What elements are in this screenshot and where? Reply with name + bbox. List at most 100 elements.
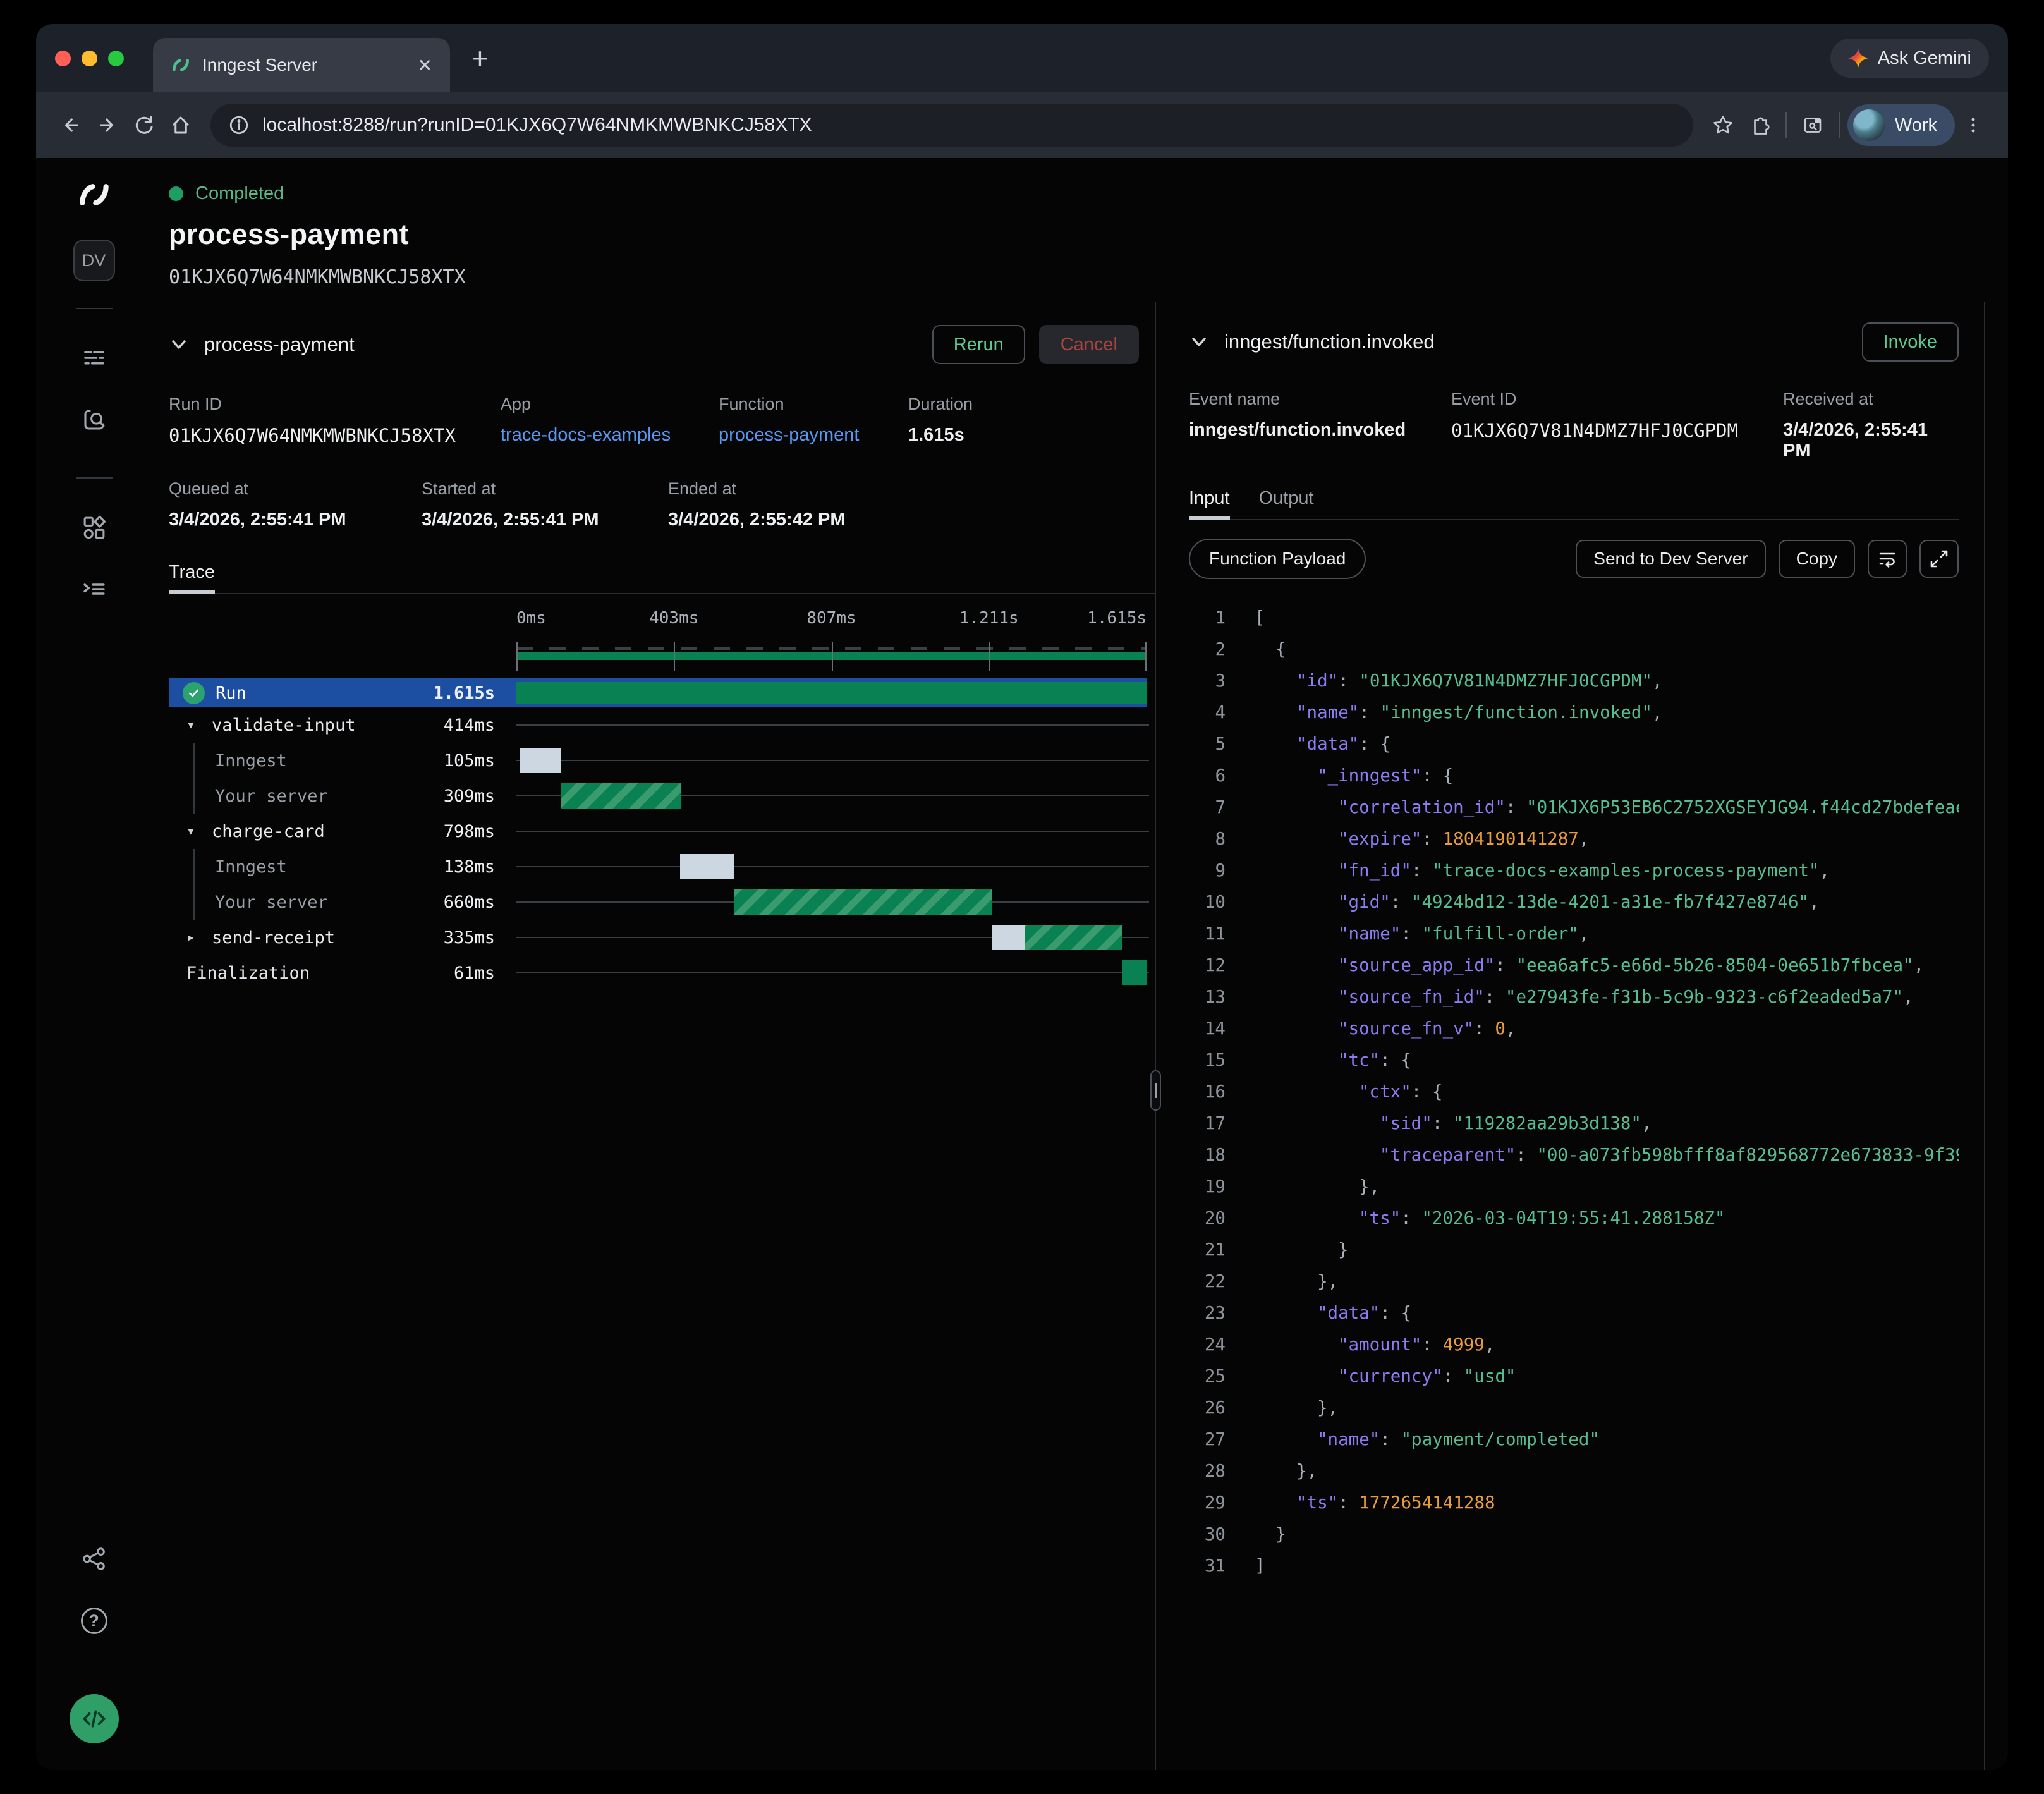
code-content: "ts": 1772654141288 xyxy=(1226,1487,1495,1518)
sidebar-item-events[interactable] xyxy=(73,399,115,441)
code-content: "name": "fulfill-order", xyxy=(1226,918,1589,949)
expand-icon[interactable]: ▸ xyxy=(186,929,212,946)
meta-value: 3/4/2026, 2:55:41 PM xyxy=(1783,420,1942,461)
meta-value[interactable]: process-payment xyxy=(719,425,908,446)
collapse-icon[interactable]: ▾ xyxy=(186,823,212,839)
help-icon[interactable]: ? xyxy=(73,1600,115,1642)
forward-button[interactable] xyxy=(89,107,126,143)
trace-row-your-server[interactable]: Your server 309ms xyxy=(169,778,1147,814)
code-line: 15"tc": { xyxy=(1189,1044,1959,1076)
line-number: 27 xyxy=(1189,1424,1226,1455)
browser-menu-icon[interactable] xyxy=(1955,107,1992,143)
send-to-dev-server-button[interactable]: Send to Dev Server xyxy=(1576,540,1765,578)
zoom-window-button[interactable] xyxy=(108,51,124,66)
axis-tick-label: 403ms xyxy=(649,609,698,628)
new-tab-button[interactable]: + xyxy=(471,41,489,75)
bookmark-star-icon[interactable] xyxy=(1705,107,1741,143)
trace-row-label-area: Your server660ms xyxy=(169,884,516,920)
side-panel-search-icon[interactable] xyxy=(1794,107,1831,143)
minimap-tick xyxy=(989,642,990,671)
extensions-icon[interactable] xyxy=(1741,107,1778,143)
trace-row-send-receipt[interactable]: ▸send-receipt335ms xyxy=(169,920,1147,955)
profile-chip[interactable]: Work xyxy=(1847,104,1955,146)
wrap-text-icon-button[interactable] xyxy=(1868,540,1907,578)
url-bar[interactable]: localhost:8288/run?runID=01KJX6Q7W64NMKM… xyxy=(210,104,1693,147)
trace-row-track xyxy=(516,743,1147,778)
sidebar-item-runs[interactable] xyxy=(73,337,115,379)
code-content: }, xyxy=(1226,1455,1317,1487)
code-content: "name": "inngest/function.invoked", xyxy=(1226,697,1663,728)
trace-row-validate-input[interactable]: ▾validate-input414ms xyxy=(169,707,1147,743)
trace-step-duration: 1.615s xyxy=(433,683,516,703)
sidebar-item-terminal[interactable] xyxy=(73,568,115,610)
minimize-window-button[interactable] xyxy=(82,51,97,66)
trace-step-duration: 309ms xyxy=(444,786,516,806)
collapse-icon[interactable]: ▾ xyxy=(186,717,212,733)
meta-label: Ended at xyxy=(668,479,1139,499)
meta-value[interactable]: trace-docs-examples xyxy=(501,425,719,446)
trace-row-charge-card[interactable]: ▾charge-card798ms xyxy=(169,814,1147,849)
run-times-row: Queued at3/4/2026, 2:55:41 PMStarted at3… xyxy=(169,479,1155,530)
trace-row-run[interactable]: Run1.615s xyxy=(169,678,1147,707)
code-line: 8"expire": 1804190141287, xyxy=(1189,823,1959,855)
reload-button[interactable] xyxy=(126,107,162,143)
meta-value: 3/4/2026, 2:55:41 PM xyxy=(169,510,422,530)
trace-row-inngest[interactable]: Inngest 105ms xyxy=(169,743,1147,778)
trace-row-your-server[interactable]: Your server660ms xyxy=(169,884,1147,920)
inngest-app: DV xyxy=(36,158,2008,1770)
code-line: 22}, xyxy=(1189,1266,1959,1297)
chevron-down-icon[interactable] xyxy=(169,334,189,355)
indent-guide xyxy=(193,743,195,778)
event-panel: inngest/function.invoked Invoke Event na… xyxy=(1156,302,1985,1770)
line-number: 10 xyxy=(1189,886,1226,918)
meta-item: Queued at3/4/2026, 2:55:41 PM xyxy=(169,479,422,530)
trace-row-label-area: Finalization61ms xyxy=(169,955,516,991)
chevron-down-icon[interactable] xyxy=(1189,332,1209,352)
url-text: localhost:8288/run?runID=01KJX6Q7W64NMKM… xyxy=(262,114,812,136)
tab-output[interactable]: Output xyxy=(1259,488,1314,519)
browser-tab[interactable]: Inngest Server ✕ xyxy=(153,38,450,92)
code-line: 2{ xyxy=(1189,633,1959,665)
trace-row-track xyxy=(516,884,1147,920)
trace-row-track xyxy=(516,678,1147,707)
timeline-minimap[interactable] xyxy=(516,638,1147,676)
expand-icon-button[interactable] xyxy=(1919,540,1959,578)
trace-row-inngest[interactable]: Inngest138ms xyxy=(169,849,1147,884)
meta-value: 3/4/2026, 2:55:42 PM xyxy=(668,510,1139,530)
workspace-badge[interactable]: DV xyxy=(73,240,115,281)
close-window-button[interactable] xyxy=(55,51,71,66)
close-tab-icon[interactable]: ✕ xyxy=(418,55,432,76)
rerun-button[interactable]: Rerun xyxy=(932,325,1025,364)
copy-button[interactable]: Copy xyxy=(1779,540,1855,578)
cancel-button[interactable]: Cancel xyxy=(1039,325,1139,364)
trace-row-finalization[interactable]: Finalization61ms xyxy=(169,955,1147,991)
trace-step-duration: 660ms xyxy=(444,893,516,912)
line-number: 3 xyxy=(1189,665,1226,697)
trace-step-name: Your server xyxy=(215,786,328,806)
tab-trace[interactable]: Trace xyxy=(169,562,215,593)
panel-resize-handle[interactable] xyxy=(1150,1070,1161,1111)
meta-item: Event ID01KJX6Q7V81N4DMZ7HFJ0CGPDM xyxy=(1451,389,1783,461)
share-icon[interactable] xyxy=(73,1538,115,1580)
function-payload-pill[interactable]: Function Payload xyxy=(1189,539,1366,579)
trace-step-duration: 105ms xyxy=(444,751,516,771)
ask-gemini-button[interactable]: Ask Gemini xyxy=(1830,39,1989,78)
sidebar-divider xyxy=(76,477,113,479)
code-line: 14"source_fn_v": 0, xyxy=(1189,1013,1959,1044)
dev-tools-fab-button[interactable] xyxy=(70,1694,119,1743)
invoke-button[interactable]: Invoke xyxy=(1862,322,1959,362)
site-info-icon[interactable] xyxy=(228,114,250,136)
line-number: 14 xyxy=(1189,1013,1226,1044)
trace-step-name: Inngest xyxy=(215,751,287,771)
home-button[interactable] xyxy=(162,107,199,143)
back-button[interactable] xyxy=(52,107,89,143)
line-number: 5 xyxy=(1189,728,1226,760)
browser-tab-strip: Inngest Server ✕ + Ask Gemini xyxy=(36,24,2008,92)
tab-input[interactable]: Input xyxy=(1189,488,1230,519)
code-line: 25"currency": "usd" xyxy=(1189,1360,1959,1392)
meta-item: Apptrace-docs-examples xyxy=(501,394,719,446)
sidebar-item-apps[interactable] xyxy=(73,506,115,548)
meta-value: 01KJX6Q7V81N4DMZ7HFJ0CGPDM xyxy=(1451,420,1783,441)
code-content: "data": { xyxy=(1226,1297,1411,1329)
trace-row-track xyxy=(516,778,1147,814)
